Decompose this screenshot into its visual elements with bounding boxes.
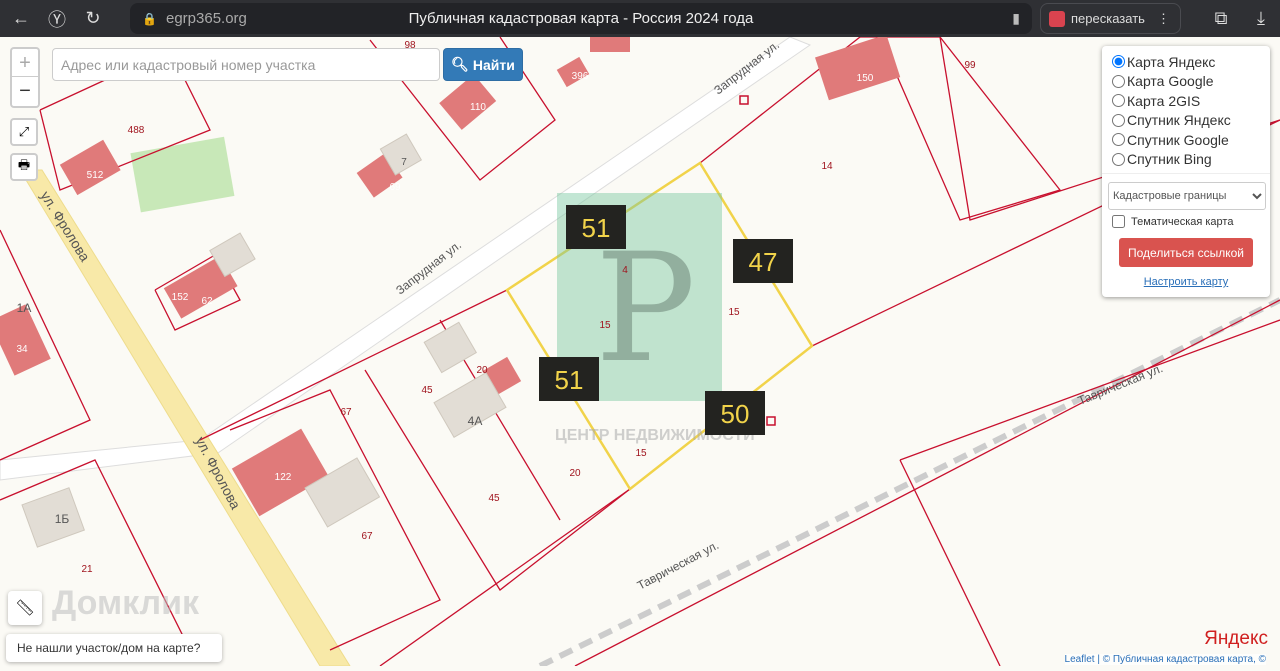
svg-text:34: 34 — [16, 344, 28, 355]
find-label: Найти — [472, 56, 515, 73]
svg-text:396: 396 — [572, 71, 589, 82]
svg-text:47: 47 — [749, 247, 778, 277]
option-label: Спутник Google — [1127, 131, 1229, 148]
option-label: Карта 2GIS — [1127, 92, 1201, 109]
attribution[interactable]: Leaflet | © Публичная кадастровая карта,… — [1064, 654, 1266, 665]
layer-option-bing-sat[interactable]: Спутник Bing — [1108, 150, 1264, 170]
svg-text:15: 15 — [728, 307, 740, 318]
option-label: Карта Яндекс — [1127, 53, 1216, 70]
browser-toolbar: ← Ⓨ ↻ 🔒 egrp365.org Публичная кадастрова… — [0, 0, 1280, 37]
layer-panel: Карта Яндекс Карта Google Карта 2GIS Спу… — [1102, 46, 1270, 297]
svg-text:51: 51 — [555, 365, 584, 395]
thematic-checkbox[interactable]: Тематическая карта — [1112, 215, 1264, 228]
svg-text:110: 110 — [470, 102, 486, 113]
svg-text:69: 69 — [389, 182, 401, 193]
svg-text:15: 15 — [635, 448, 647, 459]
svg-text:62: 62 — [201, 296, 213, 307]
zoom-out-button[interactable]: − — [12, 77, 38, 105]
checkbox[interactable] — [1112, 215, 1125, 228]
retell-label: пересказать — [1071, 11, 1145, 26]
svg-text:1Б: 1Б — [55, 512, 70, 526]
map[interactable]: Р ЦЕНТР НЕДВИЖИМОСТИ ул. Фролова ул. Фро… — [0, 34, 1280, 669]
reload-icon[interactable]: ↻ — [78, 4, 108, 34]
svg-text:51: 51 — [582, 213, 611, 243]
svg-text:4: 4 — [622, 265, 628, 276]
svg-text:20: 20 — [569, 468, 581, 479]
radio[interactable] — [1112, 133, 1125, 147]
back-icon[interactable]: ← — [6, 4, 36, 34]
svg-text:4А: 4А — [468, 414, 483, 428]
configure-map-link[interactable]: Настроить карту — [1108, 276, 1264, 288]
ruler-icon: 📏︎ — [14, 600, 36, 617]
option-label: Спутник Яндекс — [1127, 112, 1231, 129]
overlay-select[interactable]: Кадастровые границы — [1108, 182, 1266, 210]
radio[interactable] — [1112, 113, 1125, 127]
svg-text:150: 150 — [857, 73, 874, 84]
svg-text:99: 99 — [964, 60, 976, 71]
find-button[interactable]: 🔍︎ Найти — [443, 48, 523, 81]
lock-icon: 🔒 — [142, 11, 157, 26]
share-link-button[interactable]: Поделиться ссылкой — [1119, 238, 1253, 267]
bookmark-icon[interactable]: ▮ — [1012, 10, 1020, 27]
download-icon[interactable]: ⤓ — [1246, 4, 1276, 34]
extensions-icon[interactable]: ⧉ — [1206, 4, 1236, 34]
svg-text:7: 7 — [401, 157, 407, 168]
address-bar[interactable]: 🔒 egrp365.org Публичная кадастровая карт… — [130, 3, 1032, 34]
retell-icon — [1049, 10, 1065, 27]
layer-option-google-sat[interactable]: Спутник Google — [1108, 130, 1264, 150]
layer-option-2gis-map[interactable]: Карта 2GIS — [1108, 91, 1264, 111]
radio[interactable] — [1112, 94, 1125, 108]
svg-text:21: 21 — [81, 564, 93, 575]
option-label: Карта Google — [1127, 73, 1214, 90]
more-icon[interactable]: ⋮ — [1157, 11, 1170, 27]
svg-text:1А: 1А — [17, 301, 32, 315]
checkbox-label: Тематическая карта — [1131, 215, 1234, 228]
radio[interactable] — [1112, 55, 1125, 69]
expand-icon: ⤢ — [18, 124, 30, 139]
zoom-in-button[interactable]: + — [12, 49, 38, 77]
print-icon: 🖶 — [17, 157, 31, 172]
not-found-button[interactable]: Не нашли участок/дом на карте? — [6, 634, 222, 662]
radio[interactable] — [1112, 152, 1125, 166]
option-label: Спутник Bing — [1127, 151, 1212, 168]
svg-text:488: 488 — [128, 125, 145, 136]
divider — [1102, 173, 1270, 174]
svg-text:50: 50 — [721, 399, 750, 429]
svg-text:122: 122 — [275, 472, 292, 483]
measure-button[interactable]: 📏︎ — [8, 591, 42, 625]
yandex-icon[interactable]: Ⓨ — [42, 4, 72, 34]
print-button[interactable]: 🖶 — [10, 153, 38, 181]
page-title: Публичная кадастровая карта - Россия 202… — [408, 10, 754, 27]
radio[interactable] — [1112, 74, 1125, 88]
retell-button[interactable]: пересказать ⋮ — [1040, 3, 1181, 34]
url-host: egrp365.org — [166, 10, 247, 27]
map-canvas[interactable]: Р ЦЕНТР НЕДВИЖИМОСТИ ул. Фролова ул. Фро… — [0, 34, 1280, 669]
svg-text:67: 67 — [361, 531, 373, 542]
svg-text:152: 152 — [172, 292, 189, 303]
svg-text:45: 45 — [488, 493, 500, 504]
layer-option-yandex-sat[interactable]: Спутник Яндекс — [1108, 111, 1264, 131]
search-input[interactable] — [52, 48, 440, 81]
svg-text:512: 512 — [87, 170, 104, 181]
zoom-control: + − — [10, 47, 40, 108]
svg-text:20: 20 — [476, 365, 488, 376]
svg-text:45: 45 — [421, 385, 433, 396]
domclick-watermark: Домклик — [52, 584, 200, 622]
svg-text:67: 67 — [340, 407, 352, 418]
svg-text:15: 15 — [599, 320, 611, 331]
fullscreen-button[interactable]: ⤢ — [10, 118, 38, 146]
svg-text:14: 14 — [821, 161, 833, 172]
yandex-logo: Яндекс — [1204, 628, 1268, 649]
layer-option-yandex-map[interactable]: Карта Яндекс — [1108, 52, 1264, 72]
layer-option-google-map[interactable]: Карта Google — [1108, 72, 1264, 92]
search-icon: 🔍︎ — [451, 56, 469, 72]
